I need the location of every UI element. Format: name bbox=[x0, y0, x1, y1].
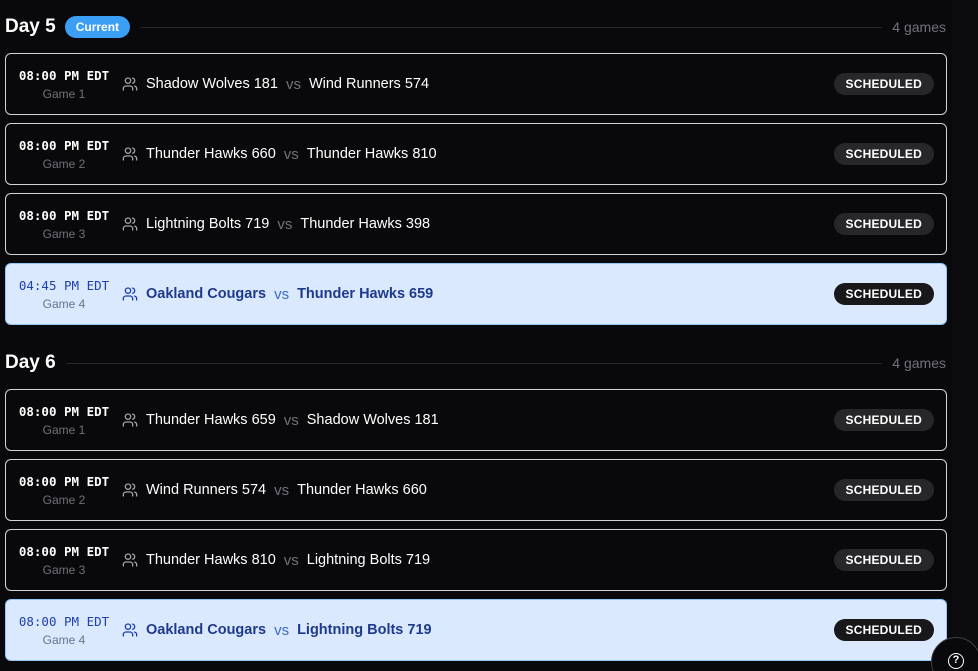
status-badge: SCHEDULED bbox=[833, 549, 934, 571]
home-team[interactable]: Oakland Cougars bbox=[146, 622, 266, 638]
matchup: Wind Runners 574 vs Thunder Hawks 660 bbox=[146, 482, 427, 499]
matchup: Oakland Cougars vs Thunder Hawks 659 bbox=[146, 286, 433, 303]
game-time: 08:00 PM EDT bbox=[18, 613, 110, 629]
game-row[interactable]: 08:00 PM EDT Game 3 Lightning Bolts 719 … bbox=[5, 193, 947, 255]
time-block: 08:00 PM EDT Game 3 bbox=[6, 208, 122, 241]
game-time: 04:45 PM EDT bbox=[18, 277, 110, 293]
game-time: 08:00 PM EDT bbox=[18, 137, 110, 153]
status-badge: SCHEDULED bbox=[833, 619, 934, 641]
game-row[interactable]: 08:00 PM EDT Game 1 Thunder Hawks 659 vs… bbox=[5, 389, 947, 451]
game-row[interactable]: 08:00 PM EDT Game 1 Shadow Wolves 181 vs… bbox=[5, 53, 947, 115]
users-icon bbox=[122, 482, 138, 498]
vs-label: vs bbox=[274, 621, 290, 639]
day-title: Day 5 bbox=[5, 16, 56, 37]
matchup: Oakland Cougars vs Lightning Bolts 719 bbox=[146, 622, 432, 639]
matchup: Shadow Wolves 181 vs Wind Runners 574 bbox=[146, 76, 429, 93]
game-row[interactable]: 08:00 PM EDT Game 3 Thunder Hawks 810 vs… bbox=[5, 529, 947, 591]
matchup: Lightning Bolts 719 vs Thunder Hawks 398 bbox=[146, 216, 430, 233]
home-team[interactable]: Lightning Bolts 719 bbox=[146, 216, 269, 232]
day-title: Day 6 bbox=[5, 352, 56, 373]
matchup: Thunder Hawks 660 vs Thunder Hawks 810 bbox=[146, 146, 437, 163]
away-team[interactable]: Wind Runners 574 bbox=[309, 76, 429, 92]
users-icon bbox=[122, 286, 138, 302]
schedule-list[interactable]: Day 5 Current 4 games 08:00 PM EDT Game … bbox=[0, 0, 978, 671]
home-team[interactable]: Thunder Hawks 810 bbox=[146, 552, 276, 568]
status-badge: SCHEDULED bbox=[833, 283, 934, 305]
vs-label: vs bbox=[274, 481, 290, 499]
day-header: Day 5 Current 4 games bbox=[5, 15, 946, 39]
time-block: 08:00 PM EDT Game 2 bbox=[6, 138, 122, 171]
away-team[interactable]: Thunder Hawks 659 bbox=[297, 286, 433, 302]
game-number: Game 2 bbox=[42, 156, 86, 171]
vs-label: vs bbox=[283, 145, 299, 163]
game-count: 4 games bbox=[892, 19, 946, 35]
status-badge: SCHEDULED bbox=[833, 479, 934, 501]
game-row[interactable]: 08:00 PM EDT Game 2 Wind Runners 574 vs … bbox=[5, 459, 947, 521]
game-number: Game 1 bbox=[42, 422, 86, 437]
users-icon bbox=[122, 552, 138, 568]
vs-label: vs bbox=[285, 75, 301, 93]
game-count: 4 games bbox=[892, 355, 946, 371]
vs-label: vs bbox=[274, 285, 290, 303]
scrollbar[interactable] bbox=[952, 0, 978, 671]
home-team[interactable]: Thunder Hawks 659 bbox=[146, 412, 276, 428]
vs-label: vs bbox=[283, 551, 299, 569]
home-team[interactable]: Wind Runners 574 bbox=[146, 482, 266, 498]
status-badge: SCHEDULED bbox=[833, 213, 934, 235]
help-circle-icon: ? bbox=[948, 653, 964, 669]
game-time: 08:00 PM EDT bbox=[18, 207, 110, 223]
current-badge: Current bbox=[64, 16, 131, 38]
status-badge: SCHEDULED bbox=[833, 409, 934, 431]
away-team[interactable]: Lightning Bolts 719 bbox=[307, 552, 430, 568]
divider bbox=[65, 362, 883, 364]
day-header: Day 6 4 games bbox=[5, 351, 946, 375]
users-icon bbox=[122, 622, 138, 638]
away-team[interactable]: Thunder Hawks 398 bbox=[300, 216, 430, 232]
time-block: 08:00 PM EDT Game 1 bbox=[6, 68, 122, 101]
game-number: Game 1 bbox=[42, 86, 86, 101]
game-time: 08:00 PM EDT bbox=[18, 403, 110, 419]
time-block: 08:00 PM EDT Game 2 bbox=[6, 474, 122, 507]
game-number: Game 3 bbox=[42, 562, 86, 577]
time-block: 08:00 PM EDT Game 3 bbox=[6, 544, 122, 577]
away-team[interactable]: Lightning Bolts 719 bbox=[297, 622, 432, 638]
status-badge: SCHEDULED bbox=[833, 73, 934, 95]
game-time: 08:00 PM EDT bbox=[18, 473, 110, 489]
game-row[interactable]: 08:00 PM EDT Game 2 Thunder Hawks 660 vs… bbox=[5, 123, 947, 185]
divider bbox=[140, 26, 883, 28]
game-number: Game 2 bbox=[42, 492, 86, 507]
home-team[interactable]: Shadow Wolves 181 bbox=[146, 76, 278, 92]
game-number: Game 3 bbox=[42, 226, 86, 241]
matchup: Thunder Hawks 810 vs Lightning Bolts 719 bbox=[146, 552, 430, 569]
status-badge: SCHEDULED bbox=[833, 143, 934, 165]
time-block: 08:00 PM EDT Game 1 bbox=[6, 404, 122, 437]
game-row[interactable]: 04:45 PM EDT Game 4 Oakland Cougars vs T… bbox=[5, 263, 947, 325]
home-team[interactable]: Oakland Cougars bbox=[146, 286, 266, 302]
time-block: 08:00 PM EDT Game 4 bbox=[6, 614, 122, 647]
users-icon bbox=[122, 216, 138, 232]
away-team[interactable]: Thunder Hawks 810 bbox=[307, 146, 437, 162]
users-icon bbox=[122, 76, 138, 92]
matchup: Thunder Hawks 659 vs Shadow Wolves 181 bbox=[146, 412, 439, 429]
game-number: Game 4 bbox=[42, 632, 86, 647]
vs-label: vs bbox=[277, 215, 293, 233]
vs-label: vs bbox=[283, 411, 299, 429]
game-number: Game 4 bbox=[42, 296, 86, 311]
away-team[interactable]: Shadow Wolves 181 bbox=[307, 412, 439, 428]
home-team[interactable]: Thunder Hawks 660 bbox=[146, 146, 276, 162]
game-time: 08:00 PM EDT bbox=[18, 67, 110, 83]
users-icon bbox=[122, 412, 138, 428]
time-block: 04:45 PM EDT Game 4 bbox=[6, 278, 122, 311]
game-row[interactable]: 08:00 PM EDT Game 4 Oakland Cougars vs L… bbox=[5, 599, 947, 661]
game-time: 08:00 PM EDT bbox=[18, 543, 110, 559]
away-team[interactable]: Thunder Hawks 660 bbox=[297, 482, 427, 498]
users-icon bbox=[122, 146, 138, 162]
